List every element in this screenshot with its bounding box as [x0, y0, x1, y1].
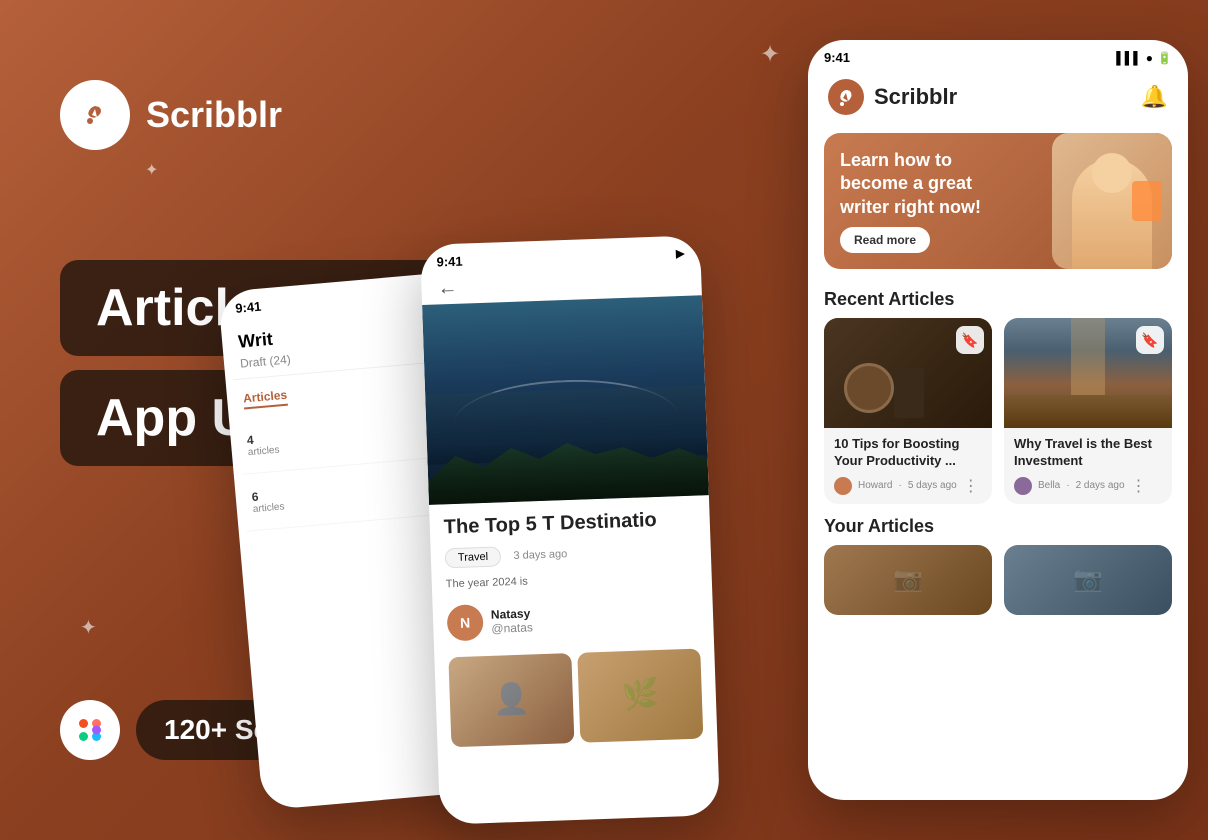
phone-mockup-2: 9:41 ▶ ← The Top 5 T Destinatio Travel 3… [420, 235, 720, 824]
phone3-article-time-2: 2 days ago [1076, 480, 1125, 491]
phone3-article-img-1: 🔖 [824, 318, 992, 428]
phone2-user-info: Natasy @natas [491, 606, 533, 635]
phone3-your-article-2[interactable]: 📷 [1004, 545, 1172, 615]
phone3-logo-row: Scribblr [828, 79, 957, 115]
star-decoration-3: ✦ [80, 615, 97, 640]
phone3-article-body-1: 10 Tips for Boosting Your Productivity .… [824, 428, 992, 504]
phone1-articles-label2: articles [252, 501, 285, 515]
phone3-brand-name: Scribblr [874, 84, 957, 110]
phone3-logo-icon [828, 79, 864, 115]
phone2-user-avatar: N [447, 604, 484, 641]
phone3-articles-grid: 🔖 10 Tips for Boosting Your Productivity… [808, 318, 1188, 504]
phone2-grid-img2: 🌿 [577, 648, 703, 742]
phone3-article-title-1: 10 Tips for Boosting Your Productivity .… [834, 436, 982, 470]
phone2-hero-image [422, 295, 709, 505]
phone3-article-meta-2: Bella · 2 days ago ⋮ [1014, 476, 1162, 496]
phone2-meta: 3 days ago [513, 548, 567, 562]
phone3-author-avatar-2 [1014, 477, 1032, 495]
phone3-read-more-button[interactable]: Read more [840, 227, 930, 253]
phone3-header: Scribblr 🔔 [808, 69, 1188, 125]
phone3-article-body-2: Why Travel is the Best Investment Bella … [1004, 428, 1172, 504]
phone3-notification-bell[interactable]: 🔔 [1141, 84, 1168, 110]
phone3-your-articles-title: Your Articles [808, 504, 1188, 545]
phone3-author-avatar-1 [834, 477, 852, 495]
phone3-more-btn-1[interactable]: ⋮ [963, 476, 979, 496]
phone3-article-card-1[interactable]: 🔖 10 Tips for Boosting Your Productivity… [824, 318, 992, 504]
figma-icon [60, 700, 120, 760]
phone1-articles-label: articles [247, 444, 280, 458]
star-decoration-1: ✦ [760, 40, 780, 69]
phone3-bookmark-1[interactable]: 🔖 [956, 326, 984, 354]
phone3-your-articles-grid: 📷 📷 [808, 545, 1188, 615]
phone3-article-time-1: 5 days ago [908, 480, 957, 491]
phone3-author-name-1: Howard [858, 480, 892, 491]
phone1-tab-articles[interactable]: Articles [243, 388, 288, 410]
phone3-more-btn-2[interactable]: ⋮ [1131, 476, 1147, 496]
phone3-promo-banner[interactable]: Learn how to become a great writer right… [824, 133, 1172, 269]
phone3-recent-articles-title: Recent Articles [808, 277, 1188, 318]
phone2-grid-img1: 👤 [448, 653, 574, 747]
brand-name: Scribblr [146, 94, 282, 136]
branding-area: Scribblr [60, 80, 282, 150]
phone3-banner-text: Learn how to become a great writer right… [840, 149, 1014, 219]
brand-logo [60, 80, 130, 150]
phone3-bookmark-2[interactable]: 🔖 [1136, 326, 1164, 354]
phone2-image-grid: 👤 🌿 [434, 640, 718, 756]
phone3-your-article-1[interactable]: 📷 [824, 545, 992, 615]
phone3-article-title-2: Why Travel is the Best Investment [1014, 436, 1162, 470]
phone3-author-name-2: Bella [1038, 480, 1060, 491]
star-decoration-2: ✦ [145, 160, 158, 180]
phone3-article-img-2: 🔖 [1004, 318, 1172, 428]
phone3-article-card-2[interactable]: 🔖 Why Travel is the Best Investment Bell… [1004, 318, 1172, 504]
phone3-status-bar: 9:41 ▌▌▌ ● 🔋 [808, 40, 1188, 69]
phone-mockup-3: 9:41 ▌▌▌ ● 🔋 Scribblr 🔔 Learn how to bec… [808, 40, 1188, 800]
phone2-tag[interactable]: Travel [445, 546, 502, 568]
phone3-article-meta-1: Howard · 5 days ago ⋮ [834, 476, 982, 496]
